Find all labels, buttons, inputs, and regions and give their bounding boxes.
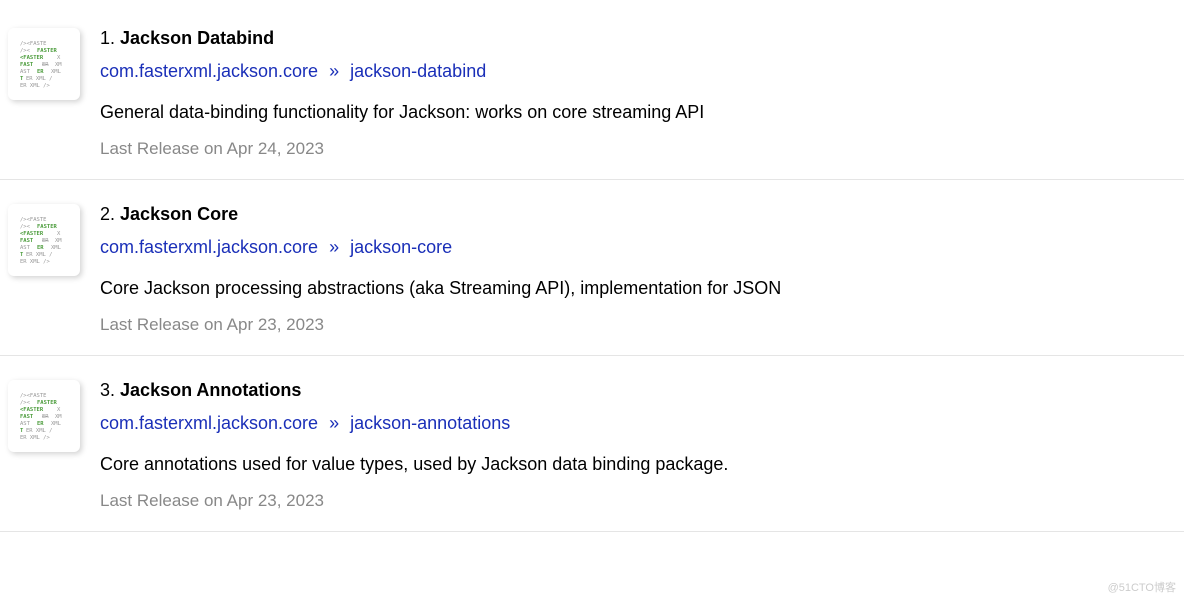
svg-text:FASTER: FASTER	[37, 48, 58, 54]
package-path: com.fasterxml.jackson.core » jackson-ann…	[100, 413, 1176, 434]
result-title: 1. Jackson Databind	[100, 28, 1176, 49]
result-name[interactable]: Jackson Core	[120, 204, 238, 224]
svg-text:ER: ER	[37, 421, 44, 427]
result-content: 1. Jackson Databind com.fasterxml.jackso…	[100, 26, 1176, 159]
svg-text:<FASTER: <FASTER	[20, 55, 44, 61]
svg-text:/><FASTE: /><FASTE	[20, 217, 47, 223]
svg-text:AST: AST	[20, 245, 31, 251]
svg-text:ER XML />: ER XML />	[20, 83, 50, 89]
artifact-icon: /><FASTE />< FASTER <FASTER X FAST ER XM…	[8, 204, 80, 276]
watermark: @51CTO博客	[1108, 579, 1176, 595]
result-name[interactable]: Jackson Annotations	[120, 380, 301, 400]
path-separator-icon: »	[329, 237, 339, 257]
svg-text:ER: ER	[37, 69, 44, 75]
svg-text:AST: AST	[20, 69, 31, 75]
package-path: com.fasterxml.jackson.core » jackson-cor…	[100, 237, 1176, 258]
svg-text:ER: ER	[42, 62, 49, 68]
group-link[interactable]: com.fasterxml.jackson.core	[100, 413, 318, 433]
svg-text:/><: /><	[20, 400, 31, 406]
result-name[interactable]: Jackson Databind	[120, 28, 274, 48]
result-description: Core annotations used for value types, u…	[100, 454, 1176, 475]
result-content: 3. Jackson Annotations com.fasterxml.jac…	[100, 378, 1176, 511]
svg-text:FAST: FAST	[20, 414, 34, 420]
group-link[interactable]: com.fasterxml.jackson.core	[100, 61, 318, 81]
artifact-icon: /><FASTE />< FASTER <FASTER X FAST ER XM…	[8, 28, 80, 100]
svg-text:FASTER: FASTER	[37, 400, 58, 406]
path-separator-icon: »	[329, 61, 339, 81]
svg-text:XML: XML	[51, 245, 62, 251]
result-title: 3. Jackson Annotations	[100, 380, 1176, 401]
svg-text:ER XML /: ER XML /	[26, 252, 53, 258]
artifact-icon: /><FASTE />< FASTER <FASTER X FAST ER XM…	[8, 380, 80, 452]
result-description: General data-binding functionality for J…	[100, 102, 1176, 123]
svg-text:ER: ER	[42, 414, 49, 420]
svg-text:<FASTER: <FASTER	[20, 407, 44, 413]
result-title: 2. Jackson Core	[100, 204, 1176, 225]
svg-text:T: T	[20, 428, 24, 434]
result-number: 2.	[100, 204, 115, 224]
result-number: 1.	[100, 28, 115, 48]
svg-text:AST: AST	[20, 421, 31, 427]
svg-text:FASTER: FASTER	[37, 224, 58, 230]
svg-text:XM: XM	[55, 414, 62, 420]
search-result: /><FASTE />< FASTER <FASTER X FAST ER XM…	[0, 180, 1184, 356]
last-release: Last Release on Apr 24, 2023	[100, 139, 1176, 159]
search-result: /><FASTE />< FASTER <FASTER X FAST ER XM…	[0, 4, 1184, 180]
svg-text:ER: ER	[42, 238, 49, 244]
svg-text:X: X	[57, 231, 61, 237]
svg-text:/><FASTE: /><FASTE	[20, 41, 47, 47]
artifact-link[interactable]: jackson-annotations	[350, 413, 510, 433]
svg-text:ER XML /: ER XML /	[26, 76, 53, 82]
artifact-link[interactable]: jackson-core	[350, 237, 452, 257]
svg-text:FAST: FAST	[20, 238, 34, 244]
svg-text:XML: XML	[51, 421, 62, 427]
svg-text:/><: /><	[20, 224, 31, 230]
svg-text:X: X	[57, 55, 61, 61]
result-content: 2. Jackson Core com.fasterxml.jackson.co…	[100, 202, 1176, 335]
svg-text:/><FASTE: /><FASTE	[20, 393, 47, 399]
svg-text:<FASTER: <FASTER	[20, 231, 44, 237]
svg-text:T: T	[20, 252, 24, 258]
svg-text:ER XML /: ER XML /	[26, 428, 53, 434]
package-path: com.fasterxml.jackson.core » jackson-dat…	[100, 61, 1176, 82]
last-release: Last Release on Apr 23, 2023	[100, 315, 1176, 335]
svg-text:ER XML />: ER XML />	[20, 435, 50, 441]
svg-text:T: T	[20, 76, 24, 82]
svg-text:XML: XML	[51, 69, 62, 75]
svg-text:FAST: FAST	[20, 62, 34, 68]
svg-text:X: X	[57, 407, 61, 413]
svg-text:XM: XM	[55, 238, 62, 244]
result-number: 3.	[100, 380, 115, 400]
path-separator-icon: »	[329, 413, 339, 433]
svg-text:ER: ER	[37, 245, 44, 251]
svg-text:/><: /><	[20, 48, 31, 54]
last-release: Last Release on Apr 23, 2023	[100, 491, 1176, 511]
artifact-link[interactable]: jackson-databind	[350, 61, 486, 81]
group-link[interactable]: com.fasterxml.jackson.core	[100, 237, 318, 257]
svg-text:ER XML />: ER XML />	[20, 259, 50, 265]
svg-text:XM: XM	[55, 62, 62, 68]
search-result: /><FASTE />< FASTER <FASTER X FAST ER XM…	[0, 356, 1184, 532]
result-description: Core Jackson processing abstractions (ak…	[100, 278, 1176, 299]
